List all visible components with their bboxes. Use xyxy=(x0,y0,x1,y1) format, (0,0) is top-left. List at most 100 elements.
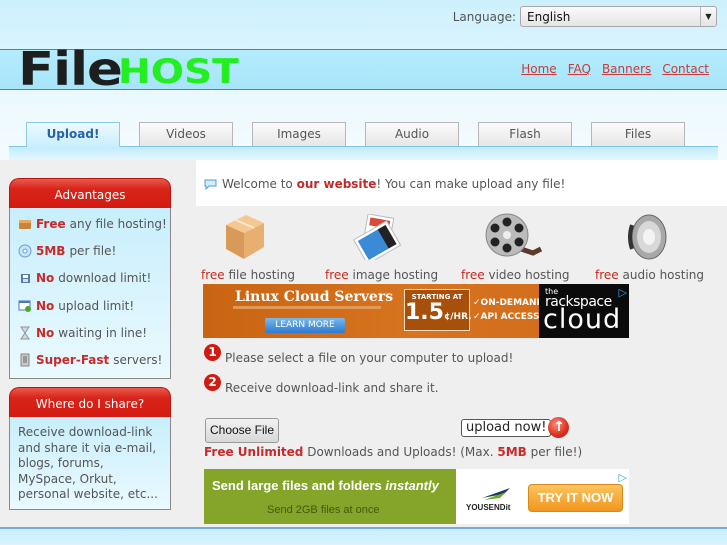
cardboard-box-icon xyxy=(222,211,268,264)
top-nav: Home FAQ Banners Contact xyxy=(521,62,709,76)
limit-highlight: Free Unlimited xyxy=(204,445,304,459)
ad-subtitle-bar xyxy=(233,306,381,309)
step-number-icon: 1 xyxy=(204,344,221,361)
feature-free: free xyxy=(201,268,225,282)
advantages-box: Advantages Free any file hosting! 5MB per … xyxy=(9,178,171,379)
advantage-highlight: Super-Fast xyxy=(36,353,110,368)
nav-home[interactable]: Home xyxy=(521,62,556,76)
brand-cloud: cloud xyxy=(543,304,622,335)
tab-videos[interactable]: Videos xyxy=(139,122,233,146)
welcome-highlight: our website xyxy=(296,177,377,191)
welcome-suffix: ! You can make upload any file! xyxy=(376,177,566,191)
feature-label: image hosting xyxy=(352,268,439,282)
advantage-text: servers! xyxy=(113,353,163,368)
feature-free: free xyxy=(461,268,485,282)
advantage-text: waiting in line! xyxy=(58,325,148,340)
adchoices-icon[interactable]: ▷ xyxy=(619,286,627,299)
server-icon xyxy=(20,353,30,367)
limit-text-end: per file!) xyxy=(526,445,583,459)
ad-price-unit: ¢/HR. xyxy=(443,312,472,322)
advantage-item: Super-Fast servers! xyxy=(10,346,170,373)
tab-files[interactable]: Files xyxy=(591,122,685,146)
rackspace-ad[interactable]: Linux Cloud Servers LEARN MORE STARTING … xyxy=(203,284,629,338)
advantage-highlight: Free xyxy=(36,216,66,231)
logo-file: File xyxy=(18,42,123,96)
tab-bar: Upload! Videos Images Audio Flash Files xyxy=(26,122,685,147)
tab-images[interactable]: Images xyxy=(252,122,346,146)
ad-headline-text: Send large files and folders xyxy=(212,478,386,493)
rackspace-logo: the rackspace cloud xyxy=(539,284,629,338)
advantage-highlight: No xyxy=(36,325,55,340)
ad-price-value: 1.5 xyxy=(405,300,444,325)
speech-bubble-icon xyxy=(204,179,217,190)
nav-faq[interactable]: FAQ xyxy=(568,62,591,76)
nav-banners[interactable]: Banners xyxy=(602,62,651,76)
site-logo[interactable]: File HOST xyxy=(18,40,239,96)
box-icon xyxy=(19,219,31,229)
advantage-item: 5MB per file! xyxy=(10,237,170,264)
upload-limits-text: Free Unlimited Downloads and Uploads! (M… xyxy=(204,445,582,459)
tab-bar-band xyxy=(9,146,718,160)
share-box: Where do I share? Receive download-link … xyxy=(9,387,171,510)
welcome-message: Welcome to our website! You can make upl… xyxy=(204,177,565,191)
upload-window-icon xyxy=(18,300,31,312)
learn-more-button[interactable]: LEARN MORE xyxy=(265,318,345,333)
step-text: Please select a file on your computer to… xyxy=(225,351,514,365)
ad-check: ✓ON-DEMAND xyxy=(473,298,545,308)
language-dropdown[interactable]: English ▼ xyxy=(520,6,717,27)
welcome-prefix: Welcome to xyxy=(222,177,293,191)
limit-text: Downloads and Uploads! (Max. xyxy=(303,445,498,459)
ad-check: ✓API ACCESS xyxy=(473,312,540,322)
step-number-icon: 2 xyxy=(204,374,221,391)
photos-icon xyxy=(352,213,404,265)
advantage-item: Free any file hosting! xyxy=(10,210,170,237)
advantage-text: any file hosting! xyxy=(69,216,167,231)
tab-audio[interactable]: Audio xyxy=(365,122,459,146)
nav-contact[interactable]: Contact xyxy=(662,62,709,76)
feature-label: video hosting xyxy=(488,268,570,282)
upload-now-label: upload now! xyxy=(461,418,552,437)
feature-free: free xyxy=(595,268,619,282)
ad-title: Linux Cloud Servers xyxy=(235,289,394,305)
dropdown-arrow-icon: ▼ xyxy=(700,7,716,26)
brand-text: YOUSENDit xyxy=(466,503,511,512)
step-2: 2 Receive download-link and share it. xyxy=(204,374,439,395)
film-reel-icon xyxy=(483,213,545,264)
floppy-icon xyxy=(21,274,30,284)
advantage-highlight: No xyxy=(36,271,55,286)
feature-image-hosting: free image hosting xyxy=(325,268,438,282)
upload-now-button[interactable]: upload now! ↑ xyxy=(461,417,570,438)
advantages-title: Advantages xyxy=(9,178,171,208)
limit-size: 5MB xyxy=(497,445,527,459)
footer xyxy=(0,527,727,545)
advantage-item: No waiting in line! xyxy=(10,319,170,346)
advantage-text: per file! xyxy=(69,243,117,258)
share-title: Where do I share? xyxy=(9,387,171,417)
ad-green-panel: Send large files and folders instantly S… xyxy=(204,469,456,524)
logo-host: HOST xyxy=(118,52,239,92)
advantage-highlight: No xyxy=(36,298,55,313)
adchoices-icon[interactable]: ▷ xyxy=(619,471,627,484)
feature-audio-hosting: free audio hosting xyxy=(595,268,704,282)
feature-label: audio hosting xyxy=(622,268,705,282)
hourglass-icon xyxy=(20,326,30,340)
feature-label: file hosting xyxy=(228,268,296,282)
speaker-icon xyxy=(624,213,668,266)
advantage-text: download limit! xyxy=(58,271,152,286)
feature-file-hosting: free file hosting xyxy=(201,268,295,282)
language-selected: English xyxy=(527,9,571,24)
advantage-item: No download limit! xyxy=(10,265,170,292)
advantage-highlight: 5MB xyxy=(36,243,66,258)
ad-headline: Send large files and folders instantly xyxy=(212,478,439,493)
advantage-item: No upload limit! xyxy=(10,292,170,319)
feature-free: free xyxy=(325,268,349,282)
tab-flash[interactable]: Flash xyxy=(478,122,572,146)
yousendit-swoosh-icon xyxy=(482,488,510,500)
try-it-now-button[interactable]: TRY IT NOW xyxy=(528,484,623,512)
choose-file-button[interactable]: Choose File xyxy=(205,418,279,443)
yousendit-ad[interactable]: Send large files and folders instantly S… xyxy=(204,469,629,524)
ad-subtext: Send 2GB files at once xyxy=(267,504,380,516)
disc-icon xyxy=(18,244,32,258)
advantage-text: upload limit! xyxy=(58,298,135,313)
tab-upload[interactable]: Upload! xyxy=(26,122,120,147)
